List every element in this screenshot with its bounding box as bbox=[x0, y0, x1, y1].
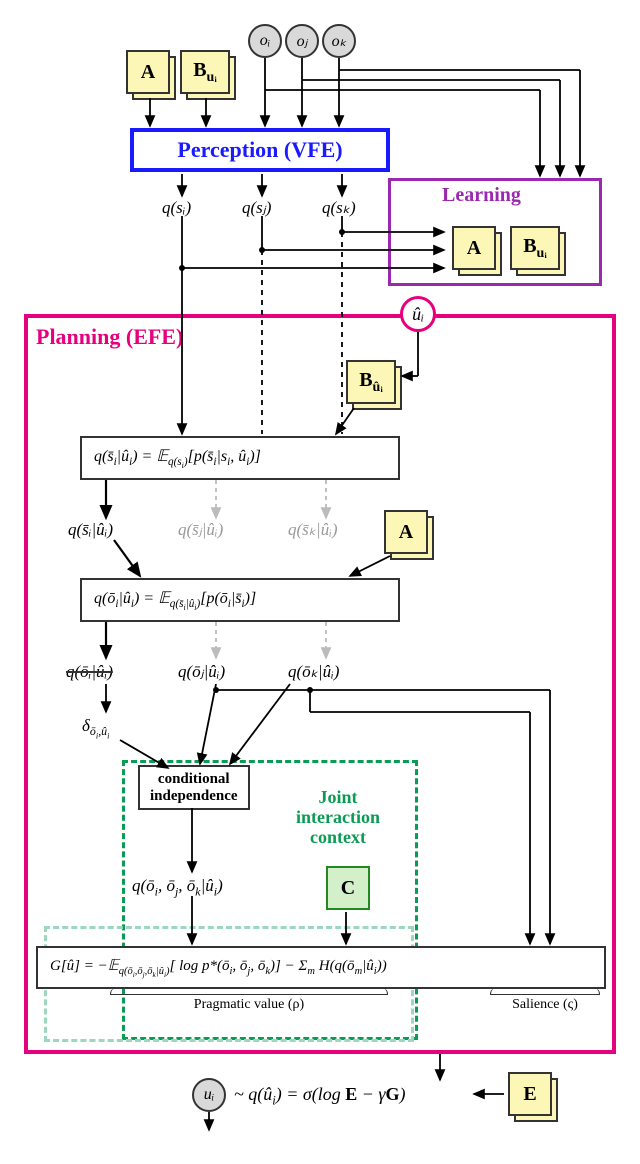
obs-oj: oⱼ bbox=[285, 24, 319, 58]
qjoint: q(ōi, ōj, ōk|ûi) bbox=[132, 876, 223, 899]
matrix-A-plan: A bbox=[384, 510, 428, 554]
qobar-i-strike: q(ōᵢ|ûᵢ) bbox=[66, 662, 113, 682]
planning-label: Planning (EFE) bbox=[36, 324, 183, 350]
qsbar-j: q(s̄ⱼ|ûᵢ) bbox=[178, 520, 223, 540]
ubrace-salience: Salience (ς) bbox=[490, 988, 600, 1013]
learning-label: Learning bbox=[442, 184, 521, 207]
qsbar-k: q(s̄ₖ|ûᵢ) bbox=[288, 520, 338, 540]
ubrace-pragmatic: Pragmatic value (ρ) bbox=[110, 988, 388, 1013]
ui-out-circle: uᵢ bbox=[192, 1078, 226, 1112]
qsbar-i: q(s̄ᵢ|ûᵢ) bbox=[68, 520, 113, 540]
qobar-j: q(ōⱼ|ûᵢ) bbox=[178, 662, 225, 682]
cond-indep-box: conditionalindependence bbox=[138, 765, 250, 810]
qsi: q(sᵢ) bbox=[162, 198, 191, 218]
matrix-Bui-top: Buᵢ bbox=[180, 50, 230, 94]
matrix-Buhat: Bûᵢ bbox=[346, 360, 396, 404]
matrix-A-learn: A bbox=[452, 226, 496, 270]
obs-oi: oᵢ bbox=[248, 24, 282, 58]
qsk: q(sₖ) bbox=[322, 198, 356, 218]
eq-obs-pred: q(ōi|ûi) = 𝔼q(s̄i|ûi)[p(ōi|s̄i)] bbox=[80, 578, 400, 622]
eq-state-pred: q(s̄i|ûi) = 𝔼q(si)[p(s̄i|si, ûi)] bbox=[80, 436, 400, 480]
matrix-Bui-learn: Buᵢ bbox=[510, 226, 560, 270]
qobar-k: q(ōₖ|ûᵢ) bbox=[288, 662, 339, 682]
matrix-E: E bbox=[508, 1072, 552, 1116]
delta: δōi,ûi bbox=[82, 716, 109, 741]
eq-G: G[û] = −𝔼q(ōi,ōj,ōk|ûi)[ log p*(ōi, ōj, … bbox=[36, 946, 606, 989]
qsj: q(sⱼ) bbox=[242, 198, 271, 218]
perception-block: Perception (VFE) bbox=[130, 128, 390, 172]
matrix-A-top: A bbox=[126, 50, 170, 94]
joint-context-label: Joint interaction context bbox=[296, 788, 380, 847]
matrix-C: C bbox=[326, 866, 370, 910]
obs-ok: oₖ bbox=[322, 24, 356, 58]
uhat-circle: ûᵢ bbox=[400, 296, 436, 332]
eq-action: ~ q(ûi) = σ(log E − γG) bbox=[234, 1084, 406, 1109]
